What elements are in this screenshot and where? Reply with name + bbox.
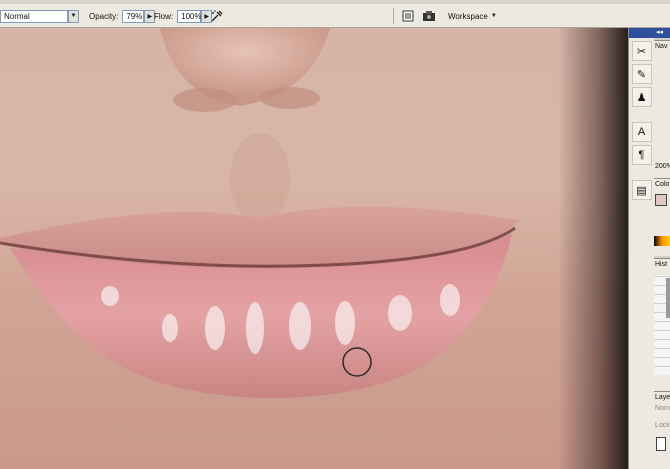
history-tab[interactable]: Hist xyxy=(654,259,670,270)
palette-well-icon xyxy=(399,7,417,25)
notes-icon[interactable]: ▤ xyxy=(631,180,652,200)
color-tab[interactable]: Colo xyxy=(654,179,670,190)
chevron-right-icon: ▶ xyxy=(147,13,153,20)
palette-dock-titlebar: ◂◂ xyxy=(654,28,670,38)
opacity-group: Opacity: 79% ▶ xyxy=(89,4,156,28)
navigator-tab[interactable]: Nav xyxy=(654,41,670,52)
chevron-down-icon: ▼ xyxy=(490,13,497,19)
palette-well-button[interactable] xyxy=(399,4,417,28)
zoom-field[interactable]: 200% xyxy=(654,161,670,172)
mode-select[interactable]: Normal xyxy=(0,9,68,23)
text-tool-icon[interactable]: A xyxy=(631,122,652,142)
scissors-icon[interactable]: ✂ xyxy=(631,41,652,61)
flow-input[interactable]: 100% xyxy=(177,9,202,23)
toolbox: ✂ ✎ ♟ A ¶ ▤ xyxy=(628,28,654,469)
layer-thumbnail[interactable] xyxy=(656,437,666,451)
opacity-label: Opacity: xyxy=(89,11,119,21)
palette-dock: ◂◂ Nav 200% Colo Hist Laye Norn Lock xyxy=(654,28,670,469)
color-palette: Colo xyxy=(654,178,670,256)
history-scrollbar[interactable] xyxy=(666,278,670,318)
photo-lips xyxy=(0,28,520,399)
airbrush-icon xyxy=(208,7,226,25)
image-canvas[interactable] xyxy=(0,28,628,469)
options-bar: Normal ▼ Opacity: 79% ▶ Flow: 100% ▶ Wor… xyxy=(0,4,670,28)
paragraph-icon[interactable]: ¶ xyxy=(631,145,652,165)
flow-label: Flow: xyxy=(154,11,174,21)
chevron-down-icon: ▼ xyxy=(70,13,77,19)
workspace-menu[interactable]: Workspace ▼ xyxy=(448,4,497,28)
file-browser-icon xyxy=(421,7,439,25)
navigator-palette: Nav 200% xyxy=(654,40,670,188)
workspace-label: Workspace xyxy=(448,11,488,21)
canvas-dark-edge xyxy=(558,28,628,469)
file-browser-button[interactable] xyxy=(421,4,439,28)
photoshop-window: Normal ▼ Opacity: 79% ▶ Flow: 100% ▶ Wor… xyxy=(0,0,670,469)
mode-dropdown-button[interactable]: ▼ xyxy=(68,9,79,23)
toolbox-titlebar xyxy=(629,28,654,38)
mode-group: Normal ▼ xyxy=(0,4,79,28)
airbrush-toggle[interactable] xyxy=(208,4,226,28)
layers-lock: Lock xyxy=(655,422,670,429)
layers-blend-mode[interactable]: Norn xyxy=(654,403,670,414)
flow-group: Flow: 100% ▶ xyxy=(154,4,213,28)
foreground-color-swatch[interactable] xyxy=(655,194,667,206)
layers-palette: Laye Norn Lock xyxy=(654,391,670,469)
color-ramp[interactable] xyxy=(654,236,670,246)
layers-tab[interactable]: Laye xyxy=(654,392,670,403)
stamp-icon[interactable]: ♟ xyxy=(631,87,652,107)
options-divider xyxy=(393,8,394,24)
opacity-input[interactable]: 79% xyxy=(122,9,145,23)
color-replace-icon[interactable]: ✎ xyxy=(631,64,652,84)
